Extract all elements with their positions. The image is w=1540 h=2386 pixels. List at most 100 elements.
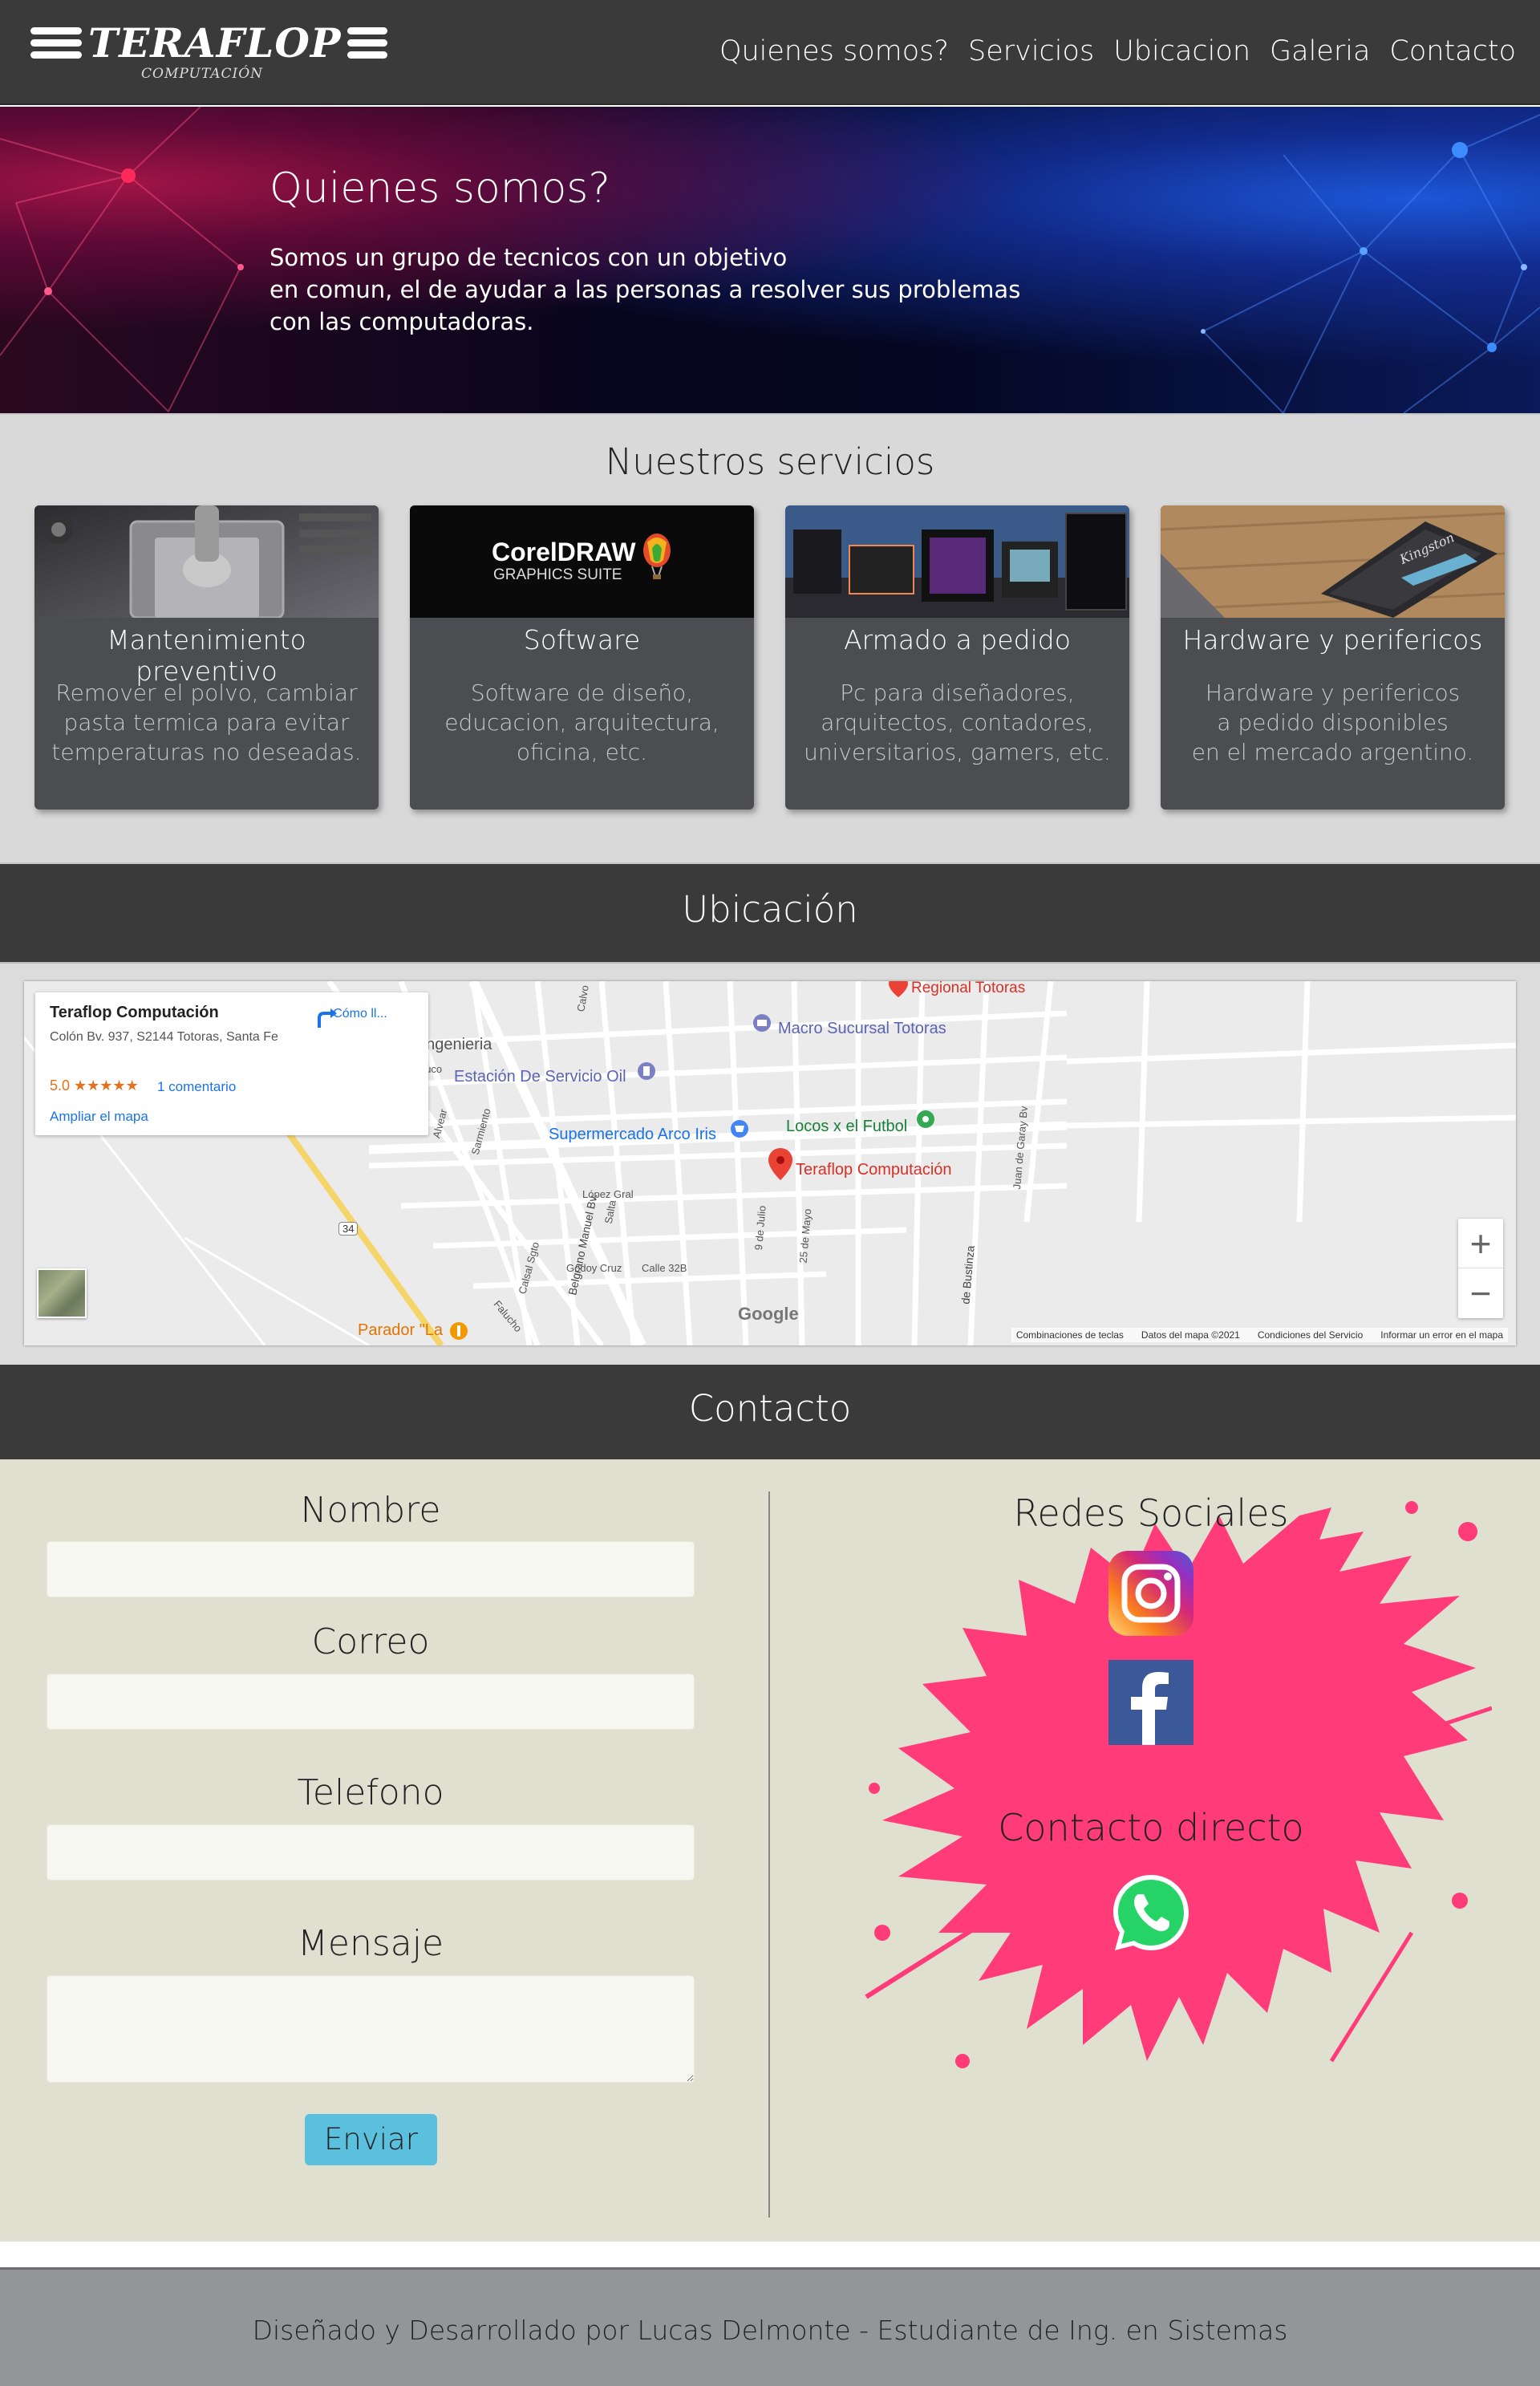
message-textarea[interactable] (47, 1975, 695, 2083)
nav-item-ubicacion[interactable]: Ubicacion (1113, 35, 1250, 67)
contact-header: Contacto (0, 1365, 1540, 1459)
nav-menu: Quienes somos? Servicios Ubicacion Galer… (719, 35, 1516, 67)
instagram-icon[interactable] (1108, 1551, 1194, 1636)
nav-item-quienes-somos[interactable]: Quienes somos? (719, 35, 949, 67)
place-reviews-link[interactable]: 1 comentario (157, 1079, 236, 1095)
coreldraw-image: CorelDRAW GRAPHICS SUITE (410, 505, 754, 618)
service-card-software[interactable]: CorelDRAW GRAPHICS SUITE Software Softwa… (410, 505, 754, 810)
service-card-title: Software (523, 624, 641, 655)
name-input[interactable] (47, 1541, 695, 1597)
nav-item-contacto[interactable]: Contacto (1389, 35, 1516, 67)
keyboard-shortcuts-link[interactable]: Combinaciones de teclas (1016, 1329, 1124, 1341)
bank-marker-icon[interactable] (752, 1013, 772, 1036)
zoom-control: + − (1458, 1219, 1503, 1318)
logo[interactable]: TERAFLOP COMPUTACIÓN (24, 19, 393, 91)
hero-description: Somos un grupo de tecnicos con un objeti… (270, 241, 1056, 338)
report-error-link[interactable]: Informar un error en el mapa (1380, 1329, 1503, 1341)
map-label-parador: Parador "La (358, 1321, 444, 1339)
email-label: Correo (311, 1621, 430, 1662)
facebook-icon[interactable] (1108, 1660, 1194, 1745)
satellite-toggle[interactable] (37, 1268, 87, 1318)
map-pin-icon[interactable] (768, 1148, 792, 1180)
footer-spacer (0, 2242, 1540, 2267)
enlarge-map-link[interactable]: Ampliar el mapa (50, 1109, 148, 1125)
map-label-macro: Macro Sucursal Totoras (778, 1020, 946, 1037)
phone-input[interactable] (47, 1824, 695, 1881)
map-label-godoy: Godoy Cruz (566, 1262, 622, 1274)
school-marker-icon[interactable] (889, 981, 908, 997)
name-label: Nombre (300, 1490, 441, 1531)
desc-line: educacion, arquitectura, (444, 709, 719, 736)
map-label-locos: Locos x el Futbol (786, 1118, 908, 1135)
hero-section: Quienes somos? Somos un grupo de tecnico… (0, 107, 1540, 413)
services-cards: Mantenimiento preventivo Remover el polv… (34, 505, 1505, 810)
map-label-calle: Calle 32B (642, 1262, 687, 1274)
nav-item-galeria[interactable]: Galeria (1270, 35, 1370, 67)
contact-section: Nombre Correo Telefono Mensaje Enviar Re… (0, 1459, 1540, 2242)
place-name: Teraflop Computación (50, 1004, 219, 1021)
cpu-cooling-image (34, 505, 379, 618)
shop-marker-icon[interactable] (730, 1119, 749, 1142)
desc-line: arquitectos, contadores, (821, 709, 1094, 736)
services-title: Nuestros servicios (605, 440, 935, 483)
desc-line: universitarios, gamers, etc. (804, 739, 1111, 765)
email-input[interactable] (47, 1674, 695, 1730)
services-section: Nuestros servicios Mantenimiento prevent… (0, 413, 1540, 864)
service-card-title: Armado a pedido (844, 624, 1071, 655)
logo-tagline: COMPUTACIÓN (141, 66, 264, 82)
service-card-title: Hardware y perifericos (1182, 624, 1483, 655)
map-footer: Combinaciones de teclas Datos del mapa ©… (1011, 1328, 1508, 1342)
hero-title: Quienes somos? (270, 164, 610, 213)
desc-line: Pc para diseñadores, (840, 680, 1075, 706)
footer-credit: Diseñado y Desarrollado por Lucas Delmon… (252, 2315, 1288, 2346)
directions-button[interactable]: Cómo ll... (316, 1007, 404, 1028)
hero-line-3: con las computadoras. (270, 308, 534, 335)
coreldraw-logo-subtext: GRAPHICS SUITE (493, 566, 622, 583)
service-card-description: Pc para diseñadores, arquitectos, contad… (801, 678, 1113, 767)
map-place-card: Teraflop Computación Colón Bv. 937, S214… (35, 992, 428, 1135)
google-logo: Google (738, 1304, 799, 1324)
service-card-mantenimiento[interactable]: Mantenimiento preventivo Remover el polv… (34, 505, 379, 810)
desc-line: Hardware y perifericos (1205, 680, 1461, 706)
restaurant-marker-icon[interactable] (449, 1321, 468, 1344)
map-label-supermercado: Supermercado Arco Iris (549, 1126, 716, 1143)
submit-button[interactable]: Enviar (305, 2114, 437, 2165)
map-label-teraflop: Teraflop Computación (796, 1161, 952, 1179)
contact-title: Contacto (688, 1387, 852, 1430)
map-data-text: Datos del mapa ©2021 (1141, 1329, 1240, 1341)
map-route-shield: 34 (338, 1222, 359, 1236)
directions-label: Cómo ll... (333, 1007, 387, 1021)
nav-item-servicios[interactable]: Servicios (968, 35, 1094, 67)
footer: Diseñado y Desarrollado por Lucas Delmon… (0, 2267, 1540, 2386)
desc-line: Remover el polvo, cambiar (55, 680, 358, 706)
map-label-estacion: Estación De Servicio Oil (454, 1068, 626, 1085)
location-section: Regional Totoras Macro Sucursal Totoras … (0, 962, 1540, 1365)
service-card-hardware[interactable]: Kingston Hardware y perifericos Hardware… (1161, 505, 1505, 810)
place-address: Colón Bv. 937, S2144 Totoras, Santa Fe (50, 1030, 278, 1044)
contact-divider (768, 1491, 770, 2218)
place-rating: 5.0 ★★★★★ (50, 1077, 139, 1094)
logo-bars-right (347, 27, 388, 59)
social-title: Redes Sociales (1013, 1491, 1289, 1535)
desc-line: Software de diseño, (470, 680, 694, 706)
zoom-in-button[interactable]: + (1458, 1219, 1503, 1268)
service-card-armado[interactable]: Armado a pedido Pc para diseñadores, arq… (785, 505, 1129, 810)
desc-line: temperaturas no deseadas. (51, 739, 362, 765)
service-card-description: Hardware y perifericos a pedido disponib… (1177, 678, 1489, 767)
gas-station-marker-icon[interactable] (637, 1061, 656, 1084)
directions-icon (318, 1008, 337, 1028)
logo-main: TERAFLOP (24, 19, 394, 67)
zoom-out-button[interactable]: − (1458, 1268, 1503, 1318)
location-header: Ubicación (0, 864, 1540, 962)
message-label: Mensaje (297, 1923, 444, 1964)
navbar: TERAFLOP COMPUTACIÓN Quienes somos? Serv… (0, 0, 1540, 105)
ssd-image: Kingston (1161, 505, 1505, 618)
desc-line: oficina, etc. (516, 739, 648, 765)
terms-link[interactable]: Condiciones del Servicio (1258, 1329, 1363, 1341)
whatsapp-icon[interactable] (1108, 1870, 1194, 1955)
google-map[interactable]: Regional Totoras Macro Sucursal Totoras … (24, 981, 1516, 1345)
service-card-description: Software de diseño, educacion, arquitect… (426, 678, 738, 767)
coreldraw-logo-text: CorelDRAW (492, 538, 636, 566)
store-marker-icon[interactable] (916, 1110, 935, 1132)
logo-bars-left (30, 27, 82, 59)
